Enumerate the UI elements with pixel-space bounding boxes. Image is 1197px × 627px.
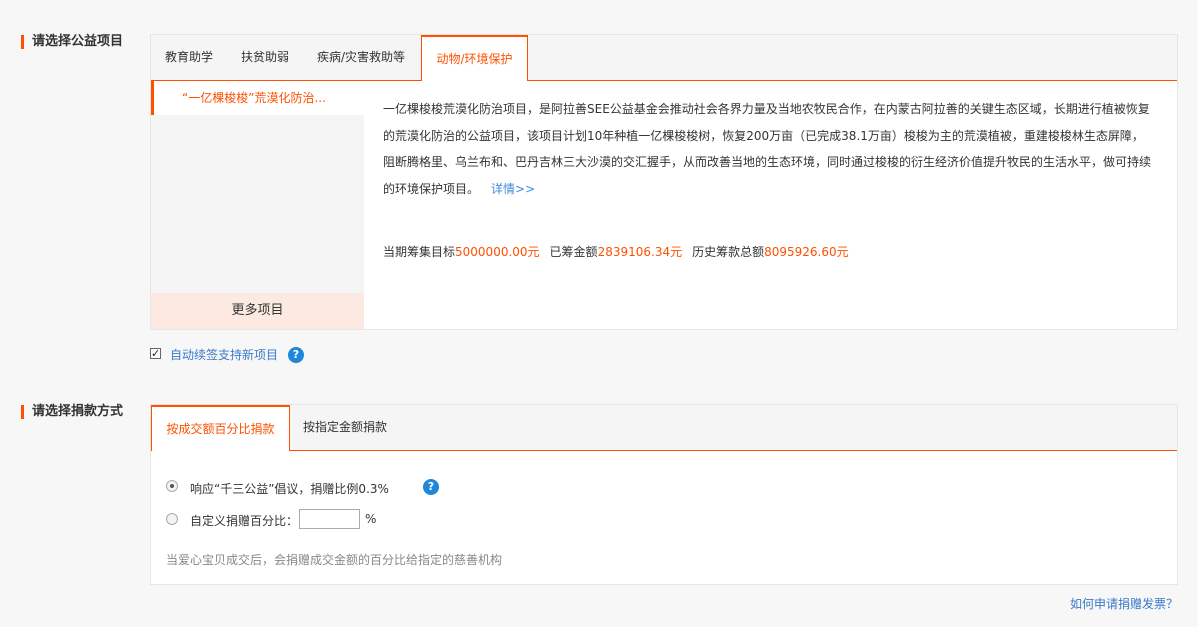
- history-label: 历史筹款总额: [692, 245, 765, 259]
- method-section-title: 请选择捐款方式: [21, 404, 123, 420]
- method-tabs: 按成交额百分比捐款 按指定金额捐款: [151, 405, 1177, 451]
- tab-environment[interactable]: 动物/环境保护: [421, 35, 528, 81]
- option-custom-radio[interactable]: [166, 513, 178, 525]
- option-qiansan-label[interactable]: 响应“千三公益”倡议，捐赠比例0.3%: [190, 480, 389, 497]
- history-value: 8095926.60元: [764, 245, 849, 259]
- invoice-help-link[interactable]: 如何申请捐赠发票？: [1070, 595, 1178, 612]
- method-panel: 按成交额百分比捐款 按指定金额捐款 响应“千三公益”倡议，捐赠比例0.3% ? …: [150, 404, 1178, 585]
- project-stats: 当期筹集目标5000000.00元 已筹金额2839106.34元 历史筹款总额80…: [383, 243, 849, 260]
- project-section-title: 请选择公益项目: [21, 34, 123, 50]
- raised-label: 已筹金额: [549, 245, 598, 259]
- option-qiansan-radio[interactable]: [166, 480, 178, 492]
- percent-unit: %: [365, 512, 377, 526]
- donation-note: 当爱心宝贝成交后，会捐赠成交金额的百分比给指定的慈善机构: [166, 553, 503, 567]
- tab-poverty[interactable]: 扶贫助弱: [241, 35, 289, 80]
- tab-disaster-relief[interactable]: 疾病/灾害救助等: [317, 35, 405, 80]
- auto-renew-checkbox[interactable]: [150, 345, 161, 363]
- project-tabs: 教育助学 扶贫助弱 疾病/灾害救助等 动物/环境保护: [151, 35, 1177, 81]
- tab-percent-donation[interactable]: 按成交额百分比捐款: [151, 405, 290, 451]
- project-item-selected[interactable]: “一亿棵梭梭”荒漠化防治...: [151, 81, 364, 115]
- target-value: 5000000.00元: [455, 245, 540, 259]
- project-list: “一亿棵梭梭”荒漠化防治... 更多项目: [151, 81, 364, 329]
- auto-renew-label[interactable]: 自动续签支持新项目: [170, 346, 278, 364]
- more-projects-button[interactable]: 更多项目: [151, 293, 364, 329]
- help-icon[interactable]: ?: [288, 347, 304, 363]
- project-panel: 教育助学 扶贫助弱 疾病/灾害救助等 动物/环境保护 “一亿棵梭梭”荒漠化防治.…: [150, 34, 1178, 330]
- tab-fixed-amount-donation[interactable]: 按指定金额捐款: [303, 405, 387, 450]
- tab-education[interactable]: 教育助学: [165, 35, 213, 80]
- target-label: 当期筹集目标: [383, 245, 456, 259]
- custom-percent-input[interactable]: [299, 509, 360, 529]
- detail-link[interactable]: 详情>>: [491, 182, 535, 196]
- option-help-icon[interactable]: ?: [423, 479, 439, 495]
- raised-value: 2839106.34元: [597, 245, 683, 259]
- option-custom-label[interactable]: 自定义捐赠百分比：: [190, 512, 298, 529]
- project-description: 一亿棵梭梭荒漠化防治项目，是阿拉善SEE公益基金会推动社会各界力量及当地农牧民合…: [383, 96, 1155, 202]
